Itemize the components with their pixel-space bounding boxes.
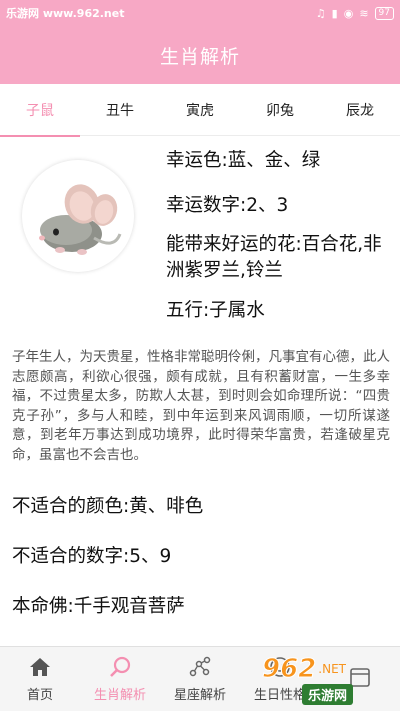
zodiac-info: 幸运色:蓝、金、绿 幸运数字:2、3 能带来好运的花:百合花,非洲紫罗兰,铃兰 …: [0, 136, 400, 336]
tab-label: 卯兔: [266, 103, 294, 119]
watermark-number: 962: [261, 654, 317, 685]
constellation-icon: [188, 656, 212, 678]
lucky-number: 幸运数字:2、3: [166, 195, 289, 216]
tab-ox[interactable]: 丑牛: [80, 84, 160, 136]
page-title: 生肖解析: [159, 45, 240, 68]
tab-rabbit[interactable]: 卯兔: [240, 84, 320, 136]
tab-rat[interactable]: 子鼠: [0, 84, 80, 137]
status-bar: 乐游网 www.962.net ♫ ▮ ◉ ≋ 97: [0, 0, 400, 26]
lucky-color: 幸运色:蓝、金、绿: [166, 150, 321, 171]
status-site: 乐游网 www.962.net: [6, 7, 125, 20]
tab-label: 丑牛: [106, 103, 134, 119]
headset-icon: ♫: [315, 6, 326, 20]
home-icon: [28, 656, 52, 678]
status-icons: ♫ ▮ ◉ ≋ 97: [315, 6, 394, 20]
zodiac-description: 子年生人，为天贵星，性格非常聪明伶俐，凡事宜有心德，此人志愿颇高，利欲心很强，颇…: [12, 349, 390, 463]
tab-label: 辰龙: [346, 103, 374, 119]
patron-buddha: 本命佛:千手观音菩萨: [12, 596, 185, 617]
search-icon: [108, 656, 132, 678]
mouse-icon: [39, 184, 122, 255]
nav-label: 生肖解析: [93, 688, 146, 703]
tab-label: 寅虎: [186, 103, 214, 119]
mouse-avatar: [22, 160, 134, 272]
zodiac-tabs: 子鼠 丑牛 寅虎 卯兔 辰龙: [0, 84, 400, 137]
battery-indicator: 97: [374, 6, 394, 20]
watermark-logo: 962 .NET 乐游网: [261, 654, 396, 706]
unlucky-color: 不适合的颜色:黄、啡色: [12, 496, 204, 517]
title-bar: 生肖解析: [0, 26, 400, 84]
tab-tiger[interactable]: 寅虎: [160, 84, 240, 136]
unlucky-number: 不适合的数字:5、9: [12, 546, 172, 567]
nav-label: 首页: [26, 688, 53, 703]
five-element: 五行:子属水: [166, 300, 265, 321]
nav-zodiac[interactable]: 生肖解析: [80, 647, 160, 711]
nav-label: 星座解析: [173, 688, 226, 703]
nav-home[interactable]: 首页: [0, 647, 80, 711]
nav-constellation[interactable]: 星座解析: [160, 647, 240, 711]
signal-icon: ▮: [331, 6, 338, 20]
tab-dragon[interactable]: 辰龙: [320, 84, 400, 136]
lucky-flower: 能带来好运的花:百合花,非洲紫罗兰,铃兰: [166, 234, 382, 281]
wifi-icon: ≋: [359, 6, 369, 20]
notification-icon: ◉: [343, 6, 354, 20]
watermark-text: 乐游网: [302, 684, 354, 705]
tab-label: 子鼠: [26, 103, 54, 119]
